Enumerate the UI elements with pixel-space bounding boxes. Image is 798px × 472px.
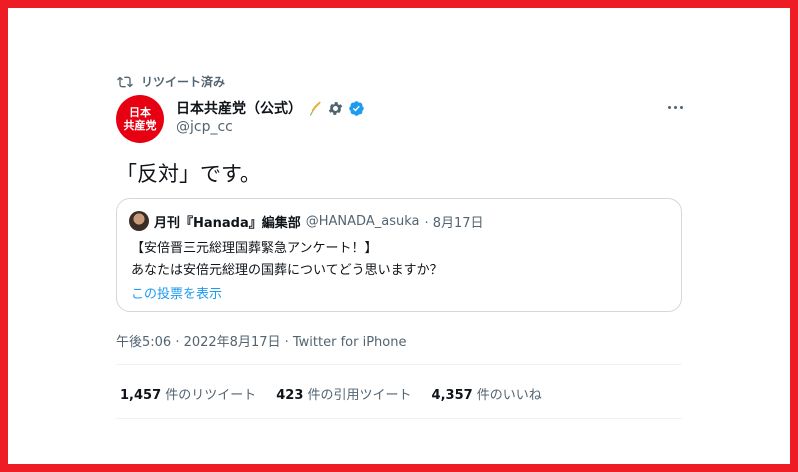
red-frame-border	[0, 0, 798, 472]
